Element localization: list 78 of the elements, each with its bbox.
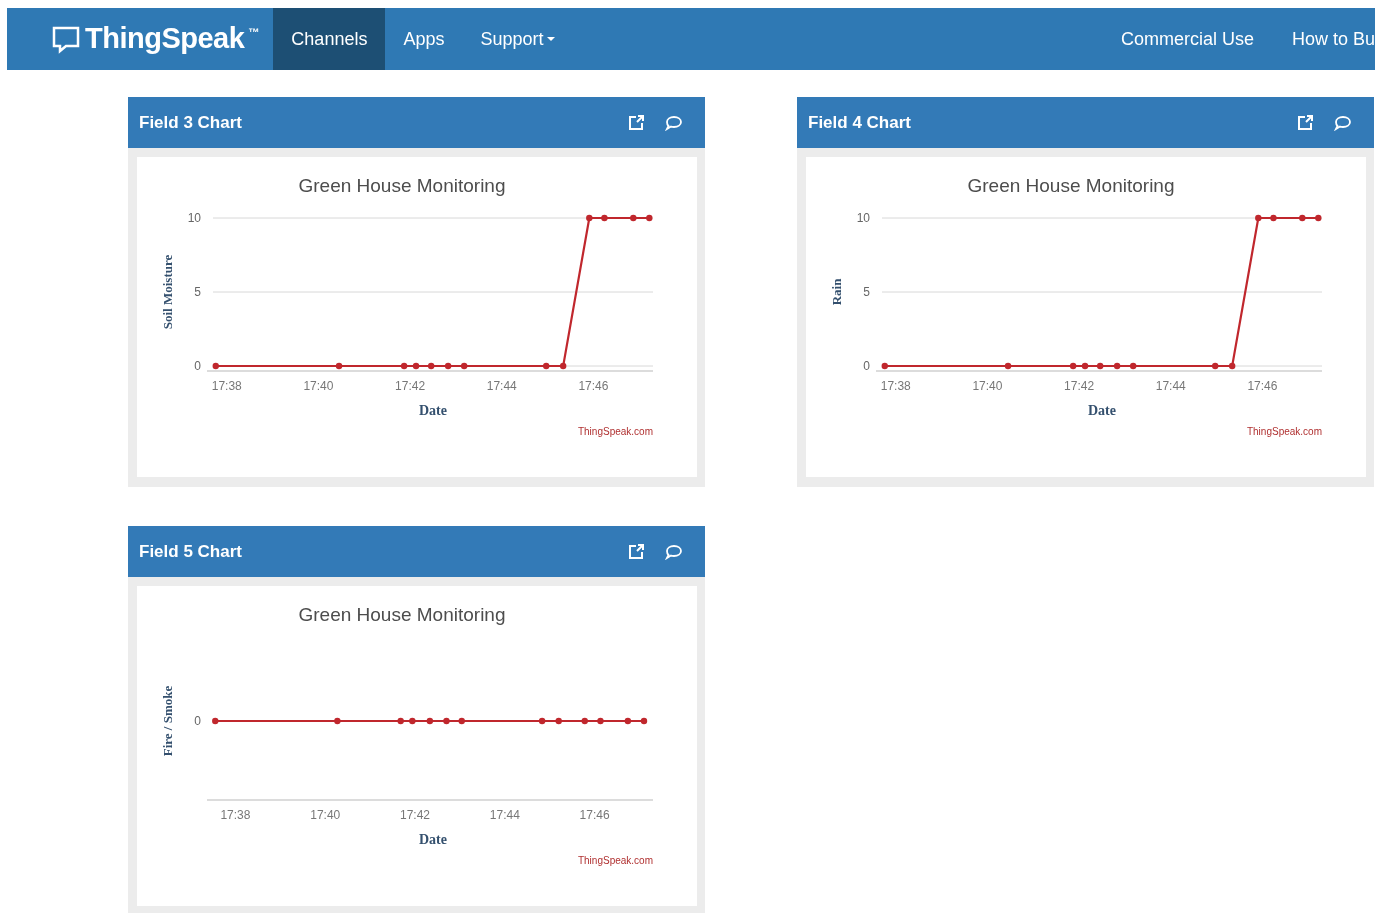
x-tick-label: 17:44 [486, 379, 517, 393]
x-tick-label: 17:38 [211, 379, 242, 393]
data-point [646, 214, 653, 222]
data-point [1228, 362, 1236, 370]
credit-link[interactable]: ThingSpeak.com [1246, 426, 1322, 437]
x-tick-label: 17:46 [1247, 379, 1278, 393]
nav-tab[interactable]: Support [462, 8, 573, 70]
y-tick-label: 5 [194, 285, 201, 299]
data-point [1081, 362, 1089, 370]
x-tick-label: 17:42 [395, 379, 426, 393]
data-point [586, 214, 593, 222]
x-tick-label: 17:46 [579, 808, 610, 822]
trademark: ™ [248, 25, 260, 40]
data-point [1315, 214, 1322, 222]
nav-tab[interactable]: Apps [385, 8, 463, 70]
y-axis-title: Soil Moisture [160, 254, 175, 330]
data-point [881, 362, 888, 370]
comment-icon[interactable] [665, 114, 683, 131]
data-point [1299, 214, 1306, 222]
data-point [601, 214, 608, 222]
caret-icon [546, 37, 555, 41]
external-link-icon[interactable] [628, 114, 645, 131]
data-point [1212, 362, 1219, 370]
data-point [212, 362, 219, 370]
data-point [630, 214, 637, 222]
external-link-icon[interactable] [628, 543, 645, 560]
y-axis-title: Rain [829, 278, 844, 306]
y-tick-label: 0 [863, 359, 870, 373]
data-point [1255, 214, 1262, 222]
chart-title: Green House Monitoring [298, 604, 506, 625]
panel-title: Field 5 Chart [139, 540, 243, 563]
data-point [412, 362, 420, 370]
data-point [400, 362, 408, 370]
x-axis-title: Date [1088, 403, 1116, 418]
nav-link[interactable]: How to Bu [1291, 8, 1375, 70]
x-tick-label: 17:42 [400, 808, 431, 822]
y-tick-label: 0 [194, 714, 201, 728]
data-point [559, 362, 567, 370]
data-point [1069, 362, 1077, 370]
data-point [444, 362, 452, 370]
external-link-icon[interactable] [1297, 114, 1314, 131]
x-axis-title: Date [419, 403, 447, 418]
data-point [460, 362, 468, 370]
data-point [427, 362, 435, 370]
data-point [1113, 362, 1121, 370]
nav-tab[interactable]: Channels [273, 8, 386, 70]
chart-title: Green House Monitoring [298, 175, 506, 196]
data-point [543, 362, 550, 370]
x-tick-label: 17:46 [578, 379, 609, 393]
y-tick-label: 10 [187, 211, 201, 225]
comment-icon[interactable] [665, 543, 683, 560]
nav-link[interactable]: Commercial Use [1120, 8, 1292, 70]
y-tick-label: 5 [863, 285, 870, 299]
data-point [1270, 214, 1277, 222]
y-tick-label: 0 [194, 359, 201, 373]
y-axis-title: Fire / Smoke [160, 685, 175, 757]
x-tick-label: 17:38 [880, 379, 911, 393]
credit-link[interactable]: ThingSpeak.com [577, 855, 653, 866]
x-tick-label: 17:38 [220, 808, 251, 822]
comment-icon[interactable] [1334, 114, 1352, 131]
data-point [1096, 362, 1104, 370]
panel-title: Field 4 Chart [808, 111, 912, 134]
chat-bubble-icon [51, 24, 81, 54]
data-point [1004, 362, 1012, 370]
x-tick-label: 17:42 [1064, 379, 1095, 393]
x-tick-label: 17:40 [303, 379, 334, 393]
data-point [335, 362, 343, 370]
y-tick-label: 10 [856, 211, 870, 225]
x-tick-label: 17:44 [1155, 379, 1186, 393]
panel-title: Field 3 Chart [139, 111, 243, 134]
x-tick-label: 17:40 [972, 379, 1003, 393]
credit-link[interactable]: ThingSpeak.com [577, 426, 653, 437]
data-point [1129, 362, 1137, 370]
x-tick-label: 17:44 [489, 808, 520, 822]
x-axis-title: Date [419, 832, 447, 847]
chart-title: Green House Monitoring [967, 175, 1175, 196]
logo-text[interactable]: ThingSpeak [85, 17, 245, 61]
x-tick-label: 17:40 [310, 808, 341, 822]
